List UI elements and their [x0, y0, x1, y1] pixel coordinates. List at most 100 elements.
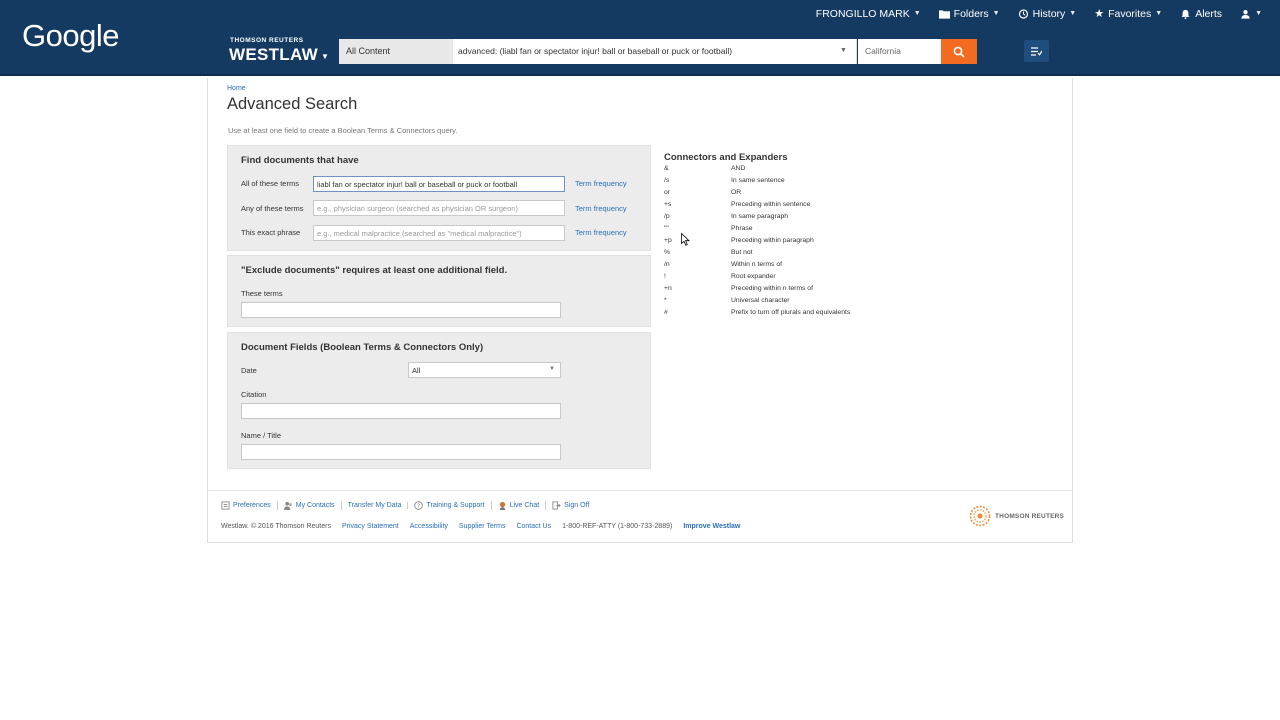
term-frequency-link[interactable]: Term frequency — [575, 228, 627, 237]
brand-parent-name: THOMSON REUTERS — [230, 37, 304, 44]
connector-description: Within n terms of — [731, 261, 782, 268]
all-terms-label: All of these terms — [241, 179, 299, 188]
research-list-button[interactable] — [1024, 40, 1049, 62]
user-icon — [1241, 9, 1250, 19]
history-menu[interactable]: History ▼ — [1018, 7, 1076, 20]
folders-label: Folders — [953, 7, 989, 20]
exclude-terms-label: These terms — [241, 289, 283, 298]
connector-description: Preceding within sentence — [731, 201, 811, 208]
copyright-text: Westlaw. © 2016 Thomson Reuters — [221, 523, 331, 530]
history-label: History — [1032, 7, 1066, 20]
user-name-menu[interactable]: FRONGILLO MARK ▼ — [816, 8, 921, 20]
citation-label: Citation — [241, 390, 267, 399]
folders-menu[interactable]: Folders ▼ — [938, 7, 1000, 20]
preferences-label: Preferences — [233, 501, 271, 509]
training-support-link[interactable]: ? Training & Support — [408, 500, 492, 510]
connector-symbol: * — [664, 297, 667, 304]
connector-symbol: or — [664, 189, 671, 196]
connector-row: +s Preceding within sentence — [664, 201, 924, 213]
connector-description: In same paragraph — [731, 213, 789, 220]
alerts-menu[interactable]: Alerts — [1180, 8, 1222, 20]
connector-description: But not — [731, 249, 753, 256]
connector-row: /s In same sentence — [664, 177, 924, 189]
alerts-label: Alerts — [1195, 7, 1223, 20]
connector-row: # Prefix to turn off plurals and equivale… — [664, 309, 924, 321]
user-menu-bar: FRONGILLO MARK ▼ Folders ▼ History ▼ ★ F… — [816, 0, 1280, 27]
exclude-terms-input[interactable] — [241, 302, 561, 318]
privacy-statement-link[interactable]: Privacy Statement — [342, 523, 399, 530]
connector-description: Universal character — [731, 297, 790, 304]
legal-footer: Westlaw. © 2016 Thomson Reuters Privacy … — [221, 523, 751, 530]
any-terms-input[interactable]: e.g., physician surgeon (searched as phy… — [313, 200, 565, 216]
all-terms-input[interactable]: liabl fan or spectator injur! ball or ba… — [313, 176, 565, 192]
google-logo: Google — [22, 18, 119, 53]
document-fields-heading: Document Fields (Boolean Terms & Connect… — [241, 342, 484, 353]
jurisdiction-selector[interactable]: California — [858, 39, 941, 64]
date-select-value: All — [412, 366, 421, 375]
term-frequency-link[interactable]: Term frequency — [575, 204, 627, 213]
date-label: Date — [241, 366, 257, 375]
connector-description: AND — [731, 165, 746, 172]
history-icon — [1018, 8, 1028, 19]
sign-off-link[interactable]: Sign Off — [546, 500, 595, 510]
user-name: FRONGILLO MARK — [815, 7, 910, 20]
connector-row: /n Within n terms of — [664, 261, 924, 273]
chevron-down-icon: ▼ — [549, 366, 555, 372]
term-frequency-link[interactable]: Term frequency — [575, 179, 627, 188]
supplier-terms-link[interactable]: Supplier Terms — [459, 523, 506, 530]
favorites-menu[interactable]: ★ Favorites ▼ — [1094, 7, 1162, 21]
training-support-label: Training & Support — [426, 501, 485, 509]
search-button[interactable] — [941, 39, 977, 64]
connector-description: In same sentence — [731, 177, 785, 184]
connector-symbol: ! — [664, 273, 666, 280]
connector-description: Prefix to turn off plurals and equivalen… — [731, 309, 851, 316]
live-chat-link[interactable]: Live Chat — [492, 500, 547, 510]
my-contacts-label: My Contacts — [295, 501, 335, 509]
name-title-input[interactable] — [241, 444, 561, 460]
connector-symbol: +s — [664, 201, 672, 208]
my-contacts-link[interactable]: My Contacts — [278, 500, 342, 510]
connector-row: * Universal character — [664, 297, 924, 309]
sign-off-label: Sign Off — [564, 501, 590, 509]
sign-off-icon — [552, 500, 561, 510]
connector-row: "" Phrase — [664, 225, 924, 237]
global-search-input[interactable]: advanced: (liabl fan or spectator injur!… — [453, 39, 857, 64]
content-type-selector[interactable]: All Content — [339, 39, 453, 64]
contact-us-link[interactable]: Contact Us — [516, 523, 551, 530]
connector-description: Root expander — [731, 273, 776, 280]
profile-menu[interactable]: ▼ — [1240, 9, 1262, 19]
chevron-down-icon[interactable]: ▼ — [840, 47, 847, 54]
accessibility-link[interactable]: Accessibility — [410, 523, 448, 530]
svg-text:?: ? — [417, 502, 420, 509]
date-select[interactable]: All ▼ — [408, 362, 561, 378]
improve-westlaw-link[interactable]: Improve Westlaw — [683, 523, 740, 530]
citation-input[interactable] — [241, 403, 561, 419]
support-phone: 1-800-REF-ATTY (1-800-733-2889) — [562, 523, 673, 530]
connector-row: /p In same paragraph — [664, 213, 924, 225]
connector-symbol: % — [664, 249, 671, 256]
connector-row: +n Preceding within n terms of — [664, 285, 924, 297]
contacts-icon — [283, 501, 292, 510]
connector-description: Preceding within paragraph — [731, 237, 814, 244]
find-documents-heading: Find documents that have — [241, 155, 359, 166]
connector-row: ! Root expander — [664, 273, 924, 285]
exact-phrase-input[interactable]: e.g., medical malpractice (searched as "… — [313, 225, 565, 241]
search-icon — [953, 46, 965, 58]
exact-phrase-label: This exact phrase — [241, 228, 301, 237]
footer-divider — [208, 490, 1072, 491]
thomson-reuters-logo: THOMSON REUTERS — [969, 505, 1064, 527]
transfer-data-link[interactable]: Transfer My Data — [342, 501, 409, 509]
connector-symbol: "" — [664, 225, 669, 232]
connector-description: OR — [731, 189, 742, 196]
intro-text: Use at least one field to create a Boole… — [228, 126, 458, 135]
chat-icon — [499, 501, 505, 510]
breadcrumb-home[interactable]: Home — [227, 85, 246, 92]
thomson-reuters-logo-text: THOMSON REUTERS — [995, 512, 1065, 520]
connector-symbol: & — [664, 165, 669, 172]
mouse-cursor-icon — [681, 233, 690, 246]
transfer-data-label: Transfer My Data — [347, 501, 402, 509]
chevron-down-icon[interactable]: ▼ — [321, 52, 329, 61]
connector-symbol: /n — [664, 261, 670, 268]
preferences-link[interactable]: Preferences — [221, 500, 278, 510]
westlaw-brand-menu[interactable]: WESTLAW — [229, 45, 318, 65]
